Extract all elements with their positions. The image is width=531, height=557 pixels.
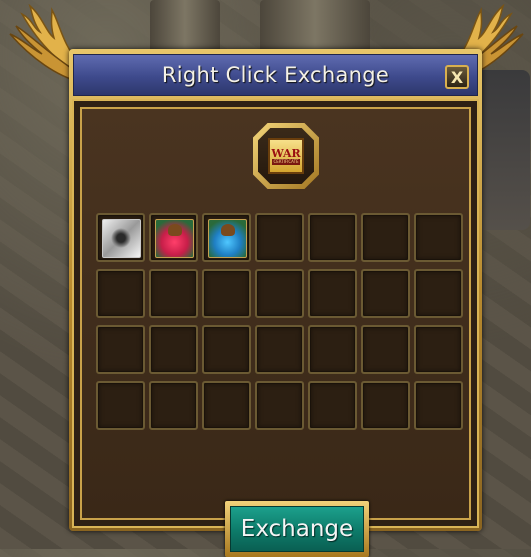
inventory-slot[interactable] bbox=[149, 381, 198, 430]
war-icon-text: WAR bbox=[271, 146, 301, 160]
window-title: Right Click Exchange bbox=[161, 63, 390, 87]
window-body: WAR CERTIFICATE Exchange bbox=[72, 99, 479, 557]
inventory-slot[interactable] bbox=[361, 325, 410, 374]
exchange-button[interactable]: Exchange bbox=[230, 506, 364, 552]
inventory-slot[interactable] bbox=[414, 269, 463, 318]
inventory-slot[interactable] bbox=[255, 325, 304, 374]
inventory-slot[interactable] bbox=[414, 213, 463, 262]
inventory-grid bbox=[96, 213, 463, 430]
inventory-slot[interactable] bbox=[361, 381, 410, 430]
war-icon-subtext: CERTIFICATE bbox=[272, 158, 300, 165]
inventory-slot[interactable] bbox=[255, 381, 304, 430]
inventory-slot[interactable] bbox=[308, 269, 357, 318]
blue-potion-icon[interactable] bbox=[208, 219, 247, 258]
inventory-slot[interactable] bbox=[96, 213, 145, 262]
inventory-slot[interactable] bbox=[202, 381, 251, 430]
red-potion-icon[interactable] bbox=[155, 219, 194, 258]
inventory-slot[interactable] bbox=[96, 381, 145, 430]
inventory-slot[interactable] bbox=[149, 325, 198, 374]
close-button[interactable]: X bbox=[445, 65, 469, 89]
inventory-slot[interactable] bbox=[308, 213, 357, 262]
title-bar[interactable]: Right Click Exchange X bbox=[73, 54, 478, 96]
inventory-slot[interactable] bbox=[308, 381, 357, 430]
exchange-item-slot[interactable]: WAR CERTIFICATE bbox=[253, 123, 319, 189]
inventory-slot[interactable] bbox=[96, 269, 145, 318]
inventory-slot[interactable] bbox=[149, 269, 198, 318]
exchange-window: Right Click Exchange X WAR CERTIFICATE E… bbox=[69, 49, 482, 557]
inventory-slot[interactable] bbox=[361, 213, 410, 262]
exchange-panel: WAR CERTIFICATE Exchange bbox=[80, 107, 471, 557]
inventory-slot[interactable] bbox=[202, 213, 251, 262]
inventory-slot[interactable] bbox=[414, 325, 463, 374]
war-certificate-icon[interactable]: WAR CERTIFICATE bbox=[268, 138, 304, 174]
inventory-slot[interactable] bbox=[96, 325, 145, 374]
inventory-slot[interactable] bbox=[361, 269, 410, 318]
inventory-slot[interactable] bbox=[149, 213, 198, 262]
inventory-slot[interactable] bbox=[202, 269, 251, 318]
inventory-slot[interactable] bbox=[414, 381, 463, 430]
scroll-item-icon[interactable] bbox=[102, 219, 141, 258]
inventory-slot[interactable] bbox=[202, 325, 251, 374]
inventory-slot[interactable] bbox=[308, 325, 357, 374]
inventory-slot[interactable] bbox=[255, 269, 304, 318]
inventory-slot[interactable] bbox=[255, 213, 304, 262]
